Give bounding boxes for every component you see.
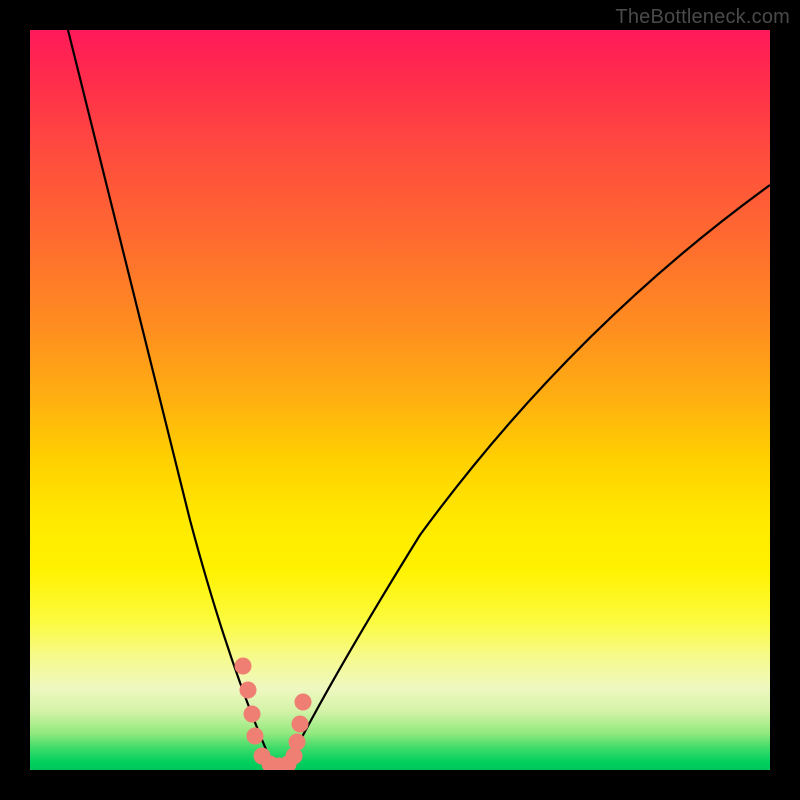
trough-dots: [235, 658, 311, 770]
chart-frame: TheBottleneck.com: [0, 0, 800, 800]
plot-area: [30, 30, 770, 770]
curves-svg: [30, 30, 770, 770]
right-curve: [285, 185, 770, 770]
watermark-text: TheBottleneck.com: [615, 6, 790, 29]
